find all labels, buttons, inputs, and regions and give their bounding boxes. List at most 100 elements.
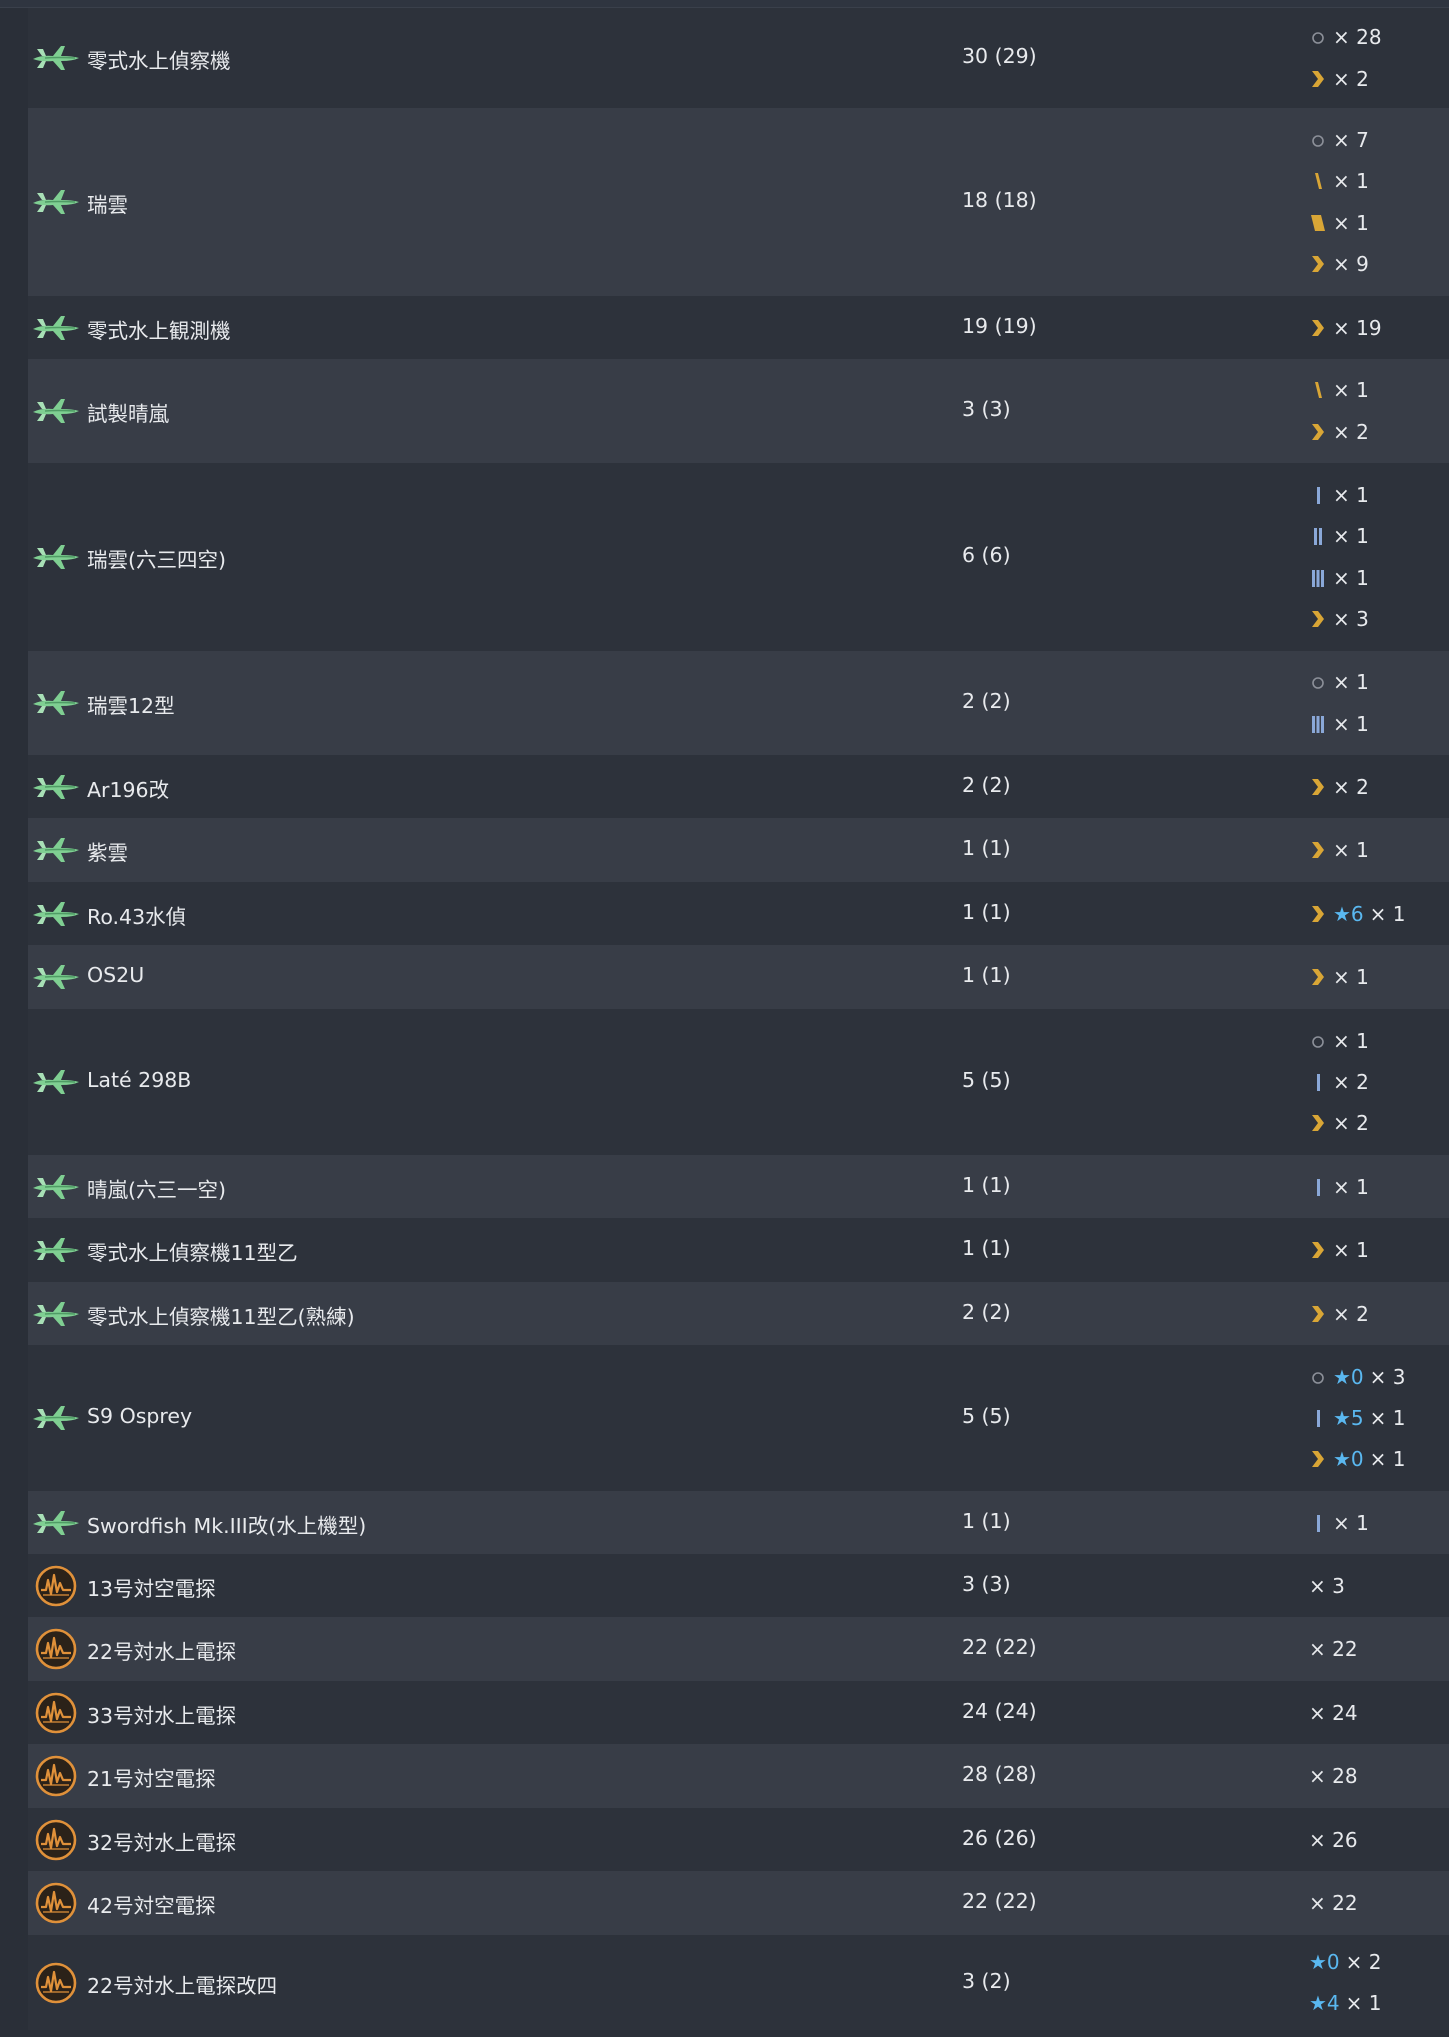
table-row[interactable]: 晴嵐(六三一空) 1 (1) × 1 [28, 1155, 1449, 1218]
equipment-count: 5 (5) [962, 1404, 1011, 1428]
proficiency-entry: × 26 [1309, 1825, 1358, 1855]
proficiency-count: × 1 [1333, 965, 1369, 989]
proficiency-count: × 3 [1369, 1364, 1406, 1389]
equipment-count: 1 (1) [962, 1172, 1011, 1197]
proficiency-chevron-icon [1309, 1239, 1327, 1261]
proficiency-entry: × 1 [1309, 480, 1369, 510]
radar-icon [31, 1751, 81, 1801]
seaplane-icon [31, 1289, 81, 1339]
table-row[interactable]: 紫雲 1 (1) × 1 [28, 818, 1449, 882]
proficiency-blue-3-icon [1309, 567, 1327, 589]
proficiency-count: × 3 [1309, 1573, 1345, 1598]
proficiency-entry: × 7 [1309, 125, 1369, 155]
table-row[interactable]: Ro.43水偵 1 (1) ★6 × 1 [28, 882, 1449, 945]
proficiency-entry: ★4 × 1 [1309, 1988, 1382, 2018]
equipment-count: 30 (29) [962, 44, 1037, 68]
equipment-name: 21号対空電探 [87, 1767, 216, 1791]
equipment-name: 22号対水上電探 [87, 1640, 237, 1664]
equipment-count: 2 (2) [962, 772, 1011, 797]
radar-icon [31, 1624, 81, 1674]
equipment-count: 1 (1) [962, 1508, 1011, 1533]
proficiency-entry: ★6 × 1 [1309, 899, 1406, 929]
table-row[interactable]: OS2U 1 (1) × 1 [28, 945, 1449, 1009]
radar-icon [31, 1878, 81, 1928]
proficiency-entry: ★0 × 2 [1309, 1947, 1382, 1977]
equipment-list-page: 零式水上偵察機 30 (29) × 28 × 2 瑞雲 18 (18) × 7 × 1 × 1… [0, 0, 1449, 2037]
proficiency-chevron-icon [1309, 68, 1327, 90]
proficiency-count: × 1 [1333, 1174, 1369, 1199]
improvement-star: ★6 [1333, 901, 1364, 926]
table-row[interactable]: 13号対空電探 3 (3) × 3 [28, 1554, 1449, 1617]
proficiency-chevron-icon [1309, 1303, 1327, 1325]
equipment-name: 33号対水上電探 [87, 1703, 237, 1728]
proficiency-entry: ★0 × 1 [1309, 1444, 1406, 1474]
proficiency-blue-1-icon [1309, 1407, 1327, 1429]
table-row[interactable]: 零式水上偵察機11型乙(熟練) 2 (2) × 2 [28, 1282, 1449, 1345]
proficiency-chevron-icon [1309, 1112, 1327, 1134]
proficiency-entry: × 24 [1309, 1698, 1358, 1728]
proficiency-entry: ★0 × 3 [1309, 1362, 1406, 1392]
proficiency-chevron-icon [1309, 966, 1327, 988]
table-row[interactable]: 22号対水上電探 22 (22) × 22 [28, 1617, 1449, 1681]
proficiency-entry: × 3 [1309, 604, 1369, 634]
proficiency-chevron-icon [1309, 421, 1327, 443]
proficiency-count: × 1 [1333, 482, 1369, 507]
table-row[interactable]: 32号対水上電探 26 (26) × 26 [28, 1808, 1449, 1871]
table-row[interactable]: 瑞雲12型 2 (2) × 1 × 1 [28, 651, 1449, 755]
proficiency-count: × 1 [1333, 378, 1369, 403]
table-row[interactable]: Swordfish Mk.III改(水上機型) 1 (1) × 1 [28, 1491, 1449, 1554]
seaplane-icon [31, 1393, 81, 1443]
equipment-count: 22 (22) [962, 1635, 1037, 1659]
proficiency-count: × 1 [1333, 1028, 1369, 1053]
proficiency-count: × 1 [1333, 565, 1369, 590]
seaplane-icon [31, 177, 81, 227]
improvement-star: ★0 [1333, 1364, 1364, 1389]
equipment-name: 瑞雲 [87, 193, 128, 217]
proficiency-count: × 19 [1333, 315, 1382, 340]
equipment-name: 32号対水上電探 [87, 1830, 237, 1855]
proficiency-entry: × 1 [1309, 1026, 1369, 1056]
proficiency-entry: × 1 [1309, 1235, 1369, 1265]
proficiency-count: × 2 [1333, 66, 1369, 91]
seaplane-icon [31, 1162, 81, 1212]
table-row[interactable]: 瑞雲(六三四空) 6 (6) × 1 × 1 × 1 × 3 [28, 463, 1449, 651]
table-row[interactable]: 42号対空電探 22 (22) × 22 [28, 1871, 1449, 1935]
improvement-star: ★0 [1333, 1447, 1364, 1472]
table-row[interactable]: 零式水上偵察機 30 (29) × 28 × 2 [28, 8, 1449, 108]
table-row[interactable]: Laté 298B 5 (5) × 1 × 2 × 2 [28, 1009, 1449, 1155]
table-row[interactable]: 33号対水上電探 24 (24) × 24 [28, 1681, 1449, 1744]
improvement-star: ★0 [1309, 1949, 1340, 1974]
equipment-name: 瑞雲(六三四空) [87, 548, 226, 572]
equipment-name: Ar196改 [87, 777, 170, 802]
radar-icon [31, 1958, 81, 2008]
proficiency-zero-icon [1309, 26, 1327, 48]
proficiency-entry: × 1 [1309, 962, 1369, 992]
proficiency-entry: × 2 [1309, 1067, 1369, 1097]
table-row[interactable]: 瑞雲 18 (18) × 7 × 1 × 1 × 9 [28, 108, 1449, 296]
proficiency-entry: × 2 [1309, 1299, 1369, 1329]
seaplane-icon [31, 532, 81, 582]
equipment-name: 晴嵐(六三一空) [87, 1177, 226, 1202]
table-row[interactable]: 21号対空電探 28 (28) × 28 [28, 1744, 1449, 1808]
equipment-count: 1 (1) [962, 1236, 1011, 1260]
proficiency-count: × 1 [1345, 1991, 1382, 2016]
proficiency-entry: × 1 [1309, 166, 1369, 196]
table-row[interactable]: 零式水上偵察機11型乙 1 (1) × 1 [28, 1218, 1449, 1282]
proficiency-count: × 28 [1309, 1764, 1358, 1788]
proficiency-entry: × 3 [1309, 1571, 1345, 1601]
equipment-count: 3 (2) [962, 1968, 1011, 1993]
proficiency-count: × 1 [1333, 210, 1369, 235]
equipment-count: 26 (26) [962, 1825, 1037, 1850]
table-row[interactable]: Ar196改 2 (2) × 2 [28, 755, 1449, 818]
table-row[interactable]: 22号対水上電探改四 3 (2) ★0 × 2 ★4 × 1 [28, 1935, 1449, 2030]
table-row[interactable]: 試製晴嵐 3 (3) × 1 × 2 [28, 359, 1449, 463]
seaplane-icon [31, 952, 81, 1002]
equipment-count: 3 (3) [962, 397, 1011, 421]
radar-icon [31, 1815, 81, 1865]
table-row[interactable]: S9 Osprey 5 (5) ★0 × 3 ★5 × 1 ★0 × 1 [28, 1345, 1449, 1491]
table-row[interactable]: 零式水上観測機 19 (19) × 19 [28, 296, 1449, 359]
proficiency-blue-2-icon [1309, 525, 1327, 547]
proficiency-blue-1-icon [1309, 484, 1327, 506]
proficiency-count: × 1 [1333, 169, 1369, 194]
equipment-name: 42号対空電探 [87, 1894, 216, 1918]
